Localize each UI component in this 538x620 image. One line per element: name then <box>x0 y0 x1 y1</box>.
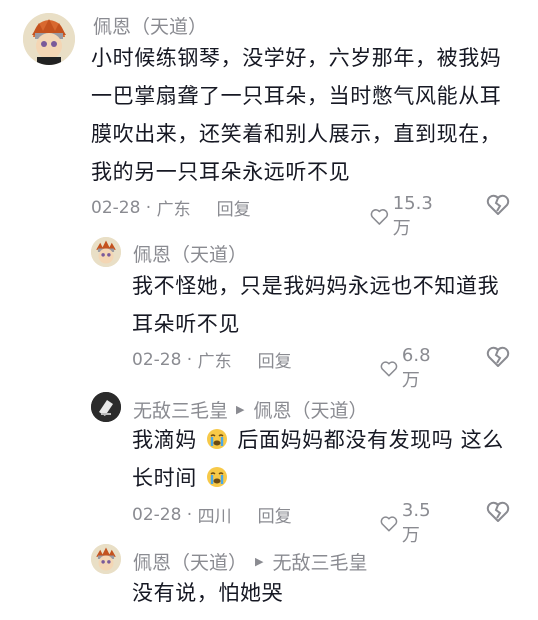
broken-heart-icon <box>486 346 510 367</box>
heart-outline-icon <box>380 360 398 376</box>
meta-separator: · <box>181 504 198 525</box>
comment-location: 广东 <box>197 352 232 372</box>
like-button[interactable]: 15.3万 <box>370 193 438 240</box>
author-name-line: 佩恩（天道） <box>133 240 247 267</box>
heart-outline-icon <box>370 208 389 225</box>
comment-meta: 02-28 · 广东 回复 <box>132 347 292 373</box>
comment-line: 膜吹出来，还笑着和别人展示，直到现在， <box>91 122 502 146</box>
author-name-line: 佩恩（天道） <box>93 12 207 39</box>
reply-button[interactable]: 回复 <box>258 347 292 372</box>
crying-face-emoji <box>206 424 228 449</box>
triangle-right-icon: ▶ <box>236 403 245 416</box>
like-button[interactable]: 6.8万 <box>380 345 437 392</box>
comment-meta: 02-28 · 四川 回复 <box>132 502 292 528</box>
broken-heart-icon <box>486 194 510 215</box>
avatar[interactable] <box>23 13 75 65</box>
comment-line: 我滴妈 后面妈妈都没有发现吗 这么 <box>132 421 522 459</box>
reply-to-name[interactable]: 无敌三毛皇 <box>272 548 367 575</box>
comment-line: 没有说，怕她哭 <box>132 581 284 605</box>
avatar[interactable] <box>91 544 121 574</box>
comment-line: 一巴掌扇聋了一只耳朵，当时憋气风能从耳 <box>91 84 502 108</box>
triangle-right-icon: ▶ <box>255 555 264 568</box>
author-name[interactable]: 佩恩（天道） <box>133 548 247 575</box>
comment-meta: 02-28 · 广东 回复 <box>91 195 251 221</box>
like-button[interactable]: 3.5万 <box>380 500 437 547</box>
comment-line: 我不怪她，只是我妈妈永远也不知道我 <box>132 274 500 298</box>
dislike-button[interactable] <box>486 194 510 220</box>
avatar[interactable] <box>91 237 121 267</box>
comment-text: 小时候练钢琴，没学好，六岁那年，被我妈 一巴掌扇聋了一只耳朵，当时憋气风能从耳 … <box>91 39 521 191</box>
author-name-line: 无敌三毛皇 ▶ 佩恩（天道） <box>133 396 368 423</box>
text-segment: 长时间 <box>132 466 197 490</box>
comment-location: 广东 <box>156 200 191 220</box>
dislike-button[interactable] <box>486 346 510 372</box>
like-count: 6.8万 <box>401 345 431 391</box>
comment-line: 耳朵听不见 <box>132 312 240 336</box>
comment-line: 长时间 <box>132 459 522 497</box>
comment-date: 02-28 <box>132 504 182 525</box>
meta-separator: · <box>140 197 157 218</box>
heart-outline-icon <box>380 515 398 531</box>
dislike-button[interactable] <box>486 501 510 527</box>
broken-heart-icon <box>486 501 510 522</box>
author-name[interactable]: 佩恩（天道） <box>133 240 247 267</box>
avatar[interactable] <box>91 392 121 422</box>
reply-button[interactable]: 回复 <box>217 195 251 220</box>
text-segment: 我滴妈 <box>132 428 197 452</box>
reply-to-name[interactable]: 佩恩（天道） <box>253 396 367 423</box>
comment-line: 我的另一只耳朵永远听不见 <box>91 160 351 184</box>
comment-line: 小时候练钢琴，没学好，六岁那年，被我妈 <box>91 46 502 70</box>
author-name[interactable]: 无敌三毛皇 <box>133 396 228 423</box>
reply-button[interactable]: 回复 <box>258 502 292 527</box>
crying-face-emoji <box>206 462 228 487</box>
comment-date: 02-28 <box>132 349 182 370</box>
like-count: 15.3万 <box>392 193 433 239</box>
author-name-line: 佩恩（天道） ▶ 无敌三毛皇 <box>133 548 368 575</box>
comment-text: 我滴妈 后面妈妈都没有发现吗 这么 长时间 <box>132 421 522 497</box>
comment-text: 我不怪她，只是我妈妈永远也不知道我 耳朵听不见 <box>132 267 522 343</box>
like-count: 3.5万 <box>401 500 431 546</box>
comment-text: 没有说，怕她哭 <box>132 574 522 612</box>
author-name[interactable]: 佩恩（天道） <box>93 12 207 39</box>
comment-date: 02-28 <box>91 197 141 218</box>
comment-location: 四川 <box>197 507 232 527</box>
meta-separator: · <box>181 349 198 370</box>
text-segment: 后面妈妈都没有发现吗 这么 <box>237 428 504 452</box>
